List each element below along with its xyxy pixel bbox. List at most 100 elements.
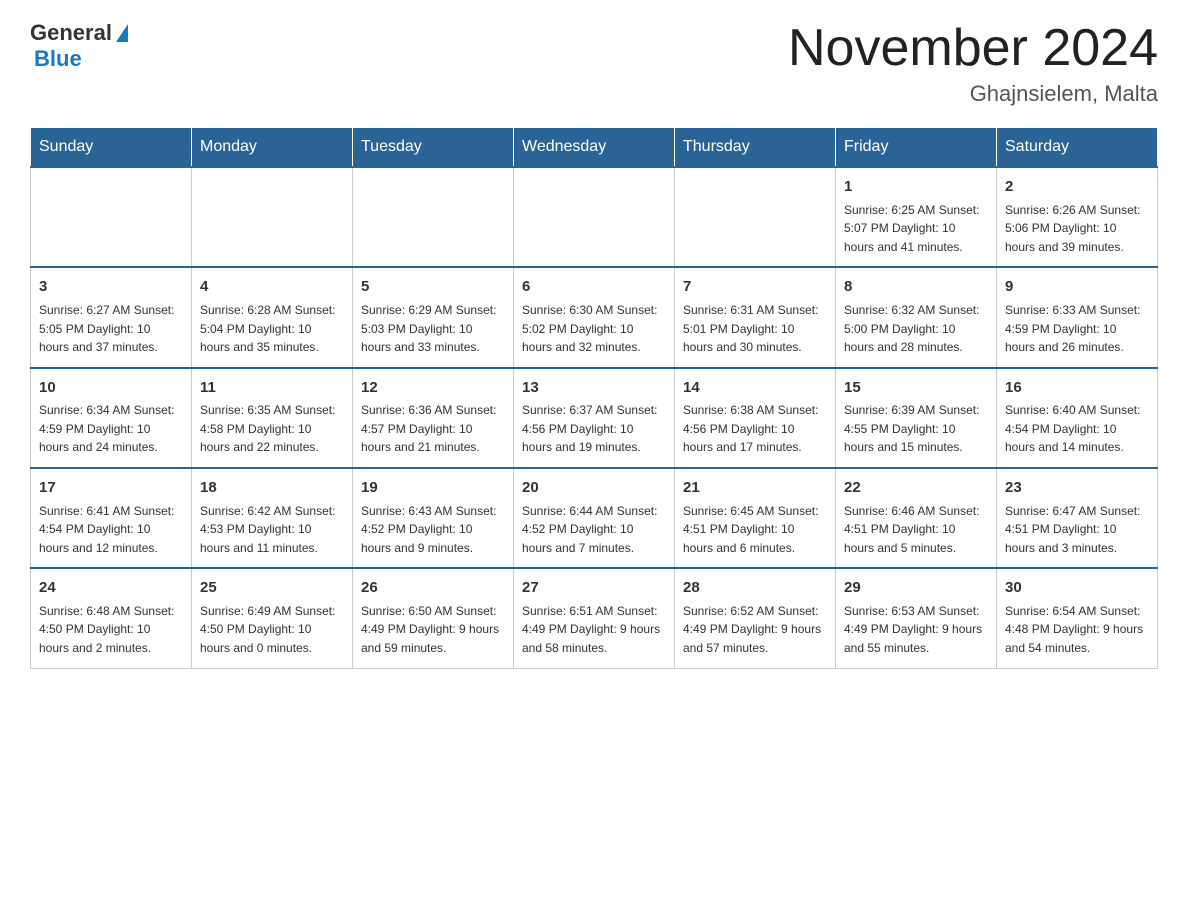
calendar-cell: 28Sunrise: 6:52 AM Sunset: 4:49 PM Dayli… xyxy=(675,568,836,668)
calendar-cell: 4Sunrise: 6:28 AM Sunset: 5:04 PM Daylig… xyxy=(192,267,353,367)
weekday-header-tuesday: Tuesday xyxy=(353,128,514,168)
calendar-cell: 11Sunrise: 6:35 AM Sunset: 4:58 PM Dayli… xyxy=(192,368,353,468)
day-info: Sunrise: 6:36 AM Sunset: 4:57 PM Dayligh… xyxy=(361,401,505,457)
calendar-week-5: 24Sunrise: 6:48 AM Sunset: 4:50 PM Dayli… xyxy=(31,568,1158,668)
day-info: Sunrise: 6:45 AM Sunset: 4:51 PM Dayligh… xyxy=(683,502,827,558)
day-number: 21 xyxy=(683,477,827,500)
day-number: 2 xyxy=(1005,176,1149,199)
day-info: Sunrise: 6:30 AM Sunset: 5:02 PM Dayligh… xyxy=(522,301,666,357)
weekday-header-friday: Friday xyxy=(836,128,997,168)
calendar-cell: 24Sunrise: 6:48 AM Sunset: 4:50 PM Dayli… xyxy=(31,568,192,668)
calendar-cell xyxy=(192,167,353,267)
day-info: Sunrise: 6:47 AM Sunset: 4:51 PM Dayligh… xyxy=(1005,502,1149,558)
calendar-cell: 6Sunrise: 6:30 AM Sunset: 5:02 PM Daylig… xyxy=(514,267,675,367)
weekday-header-monday: Monday xyxy=(192,128,353,168)
day-number: 7 xyxy=(683,276,827,299)
day-number: 18 xyxy=(200,477,344,500)
calendar-cell: 5Sunrise: 6:29 AM Sunset: 5:03 PM Daylig… xyxy=(353,267,514,367)
day-info: Sunrise: 6:46 AM Sunset: 4:51 PM Dayligh… xyxy=(844,502,988,558)
day-number: 11 xyxy=(200,377,344,400)
calendar-cell: 3Sunrise: 6:27 AM Sunset: 5:05 PM Daylig… xyxy=(31,267,192,367)
day-number: 5 xyxy=(361,276,505,299)
calendar-cell xyxy=(353,167,514,267)
calendar-cell xyxy=(31,167,192,267)
day-info: Sunrise: 6:48 AM Sunset: 4:50 PM Dayligh… xyxy=(39,602,183,658)
day-info: Sunrise: 6:34 AM Sunset: 4:59 PM Dayligh… xyxy=(39,401,183,457)
day-number: 27 xyxy=(522,577,666,600)
calendar-cell: 16Sunrise: 6:40 AM Sunset: 4:54 PM Dayli… xyxy=(997,368,1158,468)
day-number: 25 xyxy=(200,577,344,600)
logo: General Blue xyxy=(30,20,128,72)
day-number: 4 xyxy=(200,276,344,299)
calendar-cell: 12Sunrise: 6:36 AM Sunset: 4:57 PM Dayli… xyxy=(353,368,514,468)
day-number: 23 xyxy=(1005,477,1149,500)
day-number: 24 xyxy=(39,577,183,600)
day-number: 9 xyxy=(1005,276,1149,299)
day-info: Sunrise: 6:50 AM Sunset: 4:49 PM Dayligh… xyxy=(361,602,505,658)
calendar-week-2: 3Sunrise: 6:27 AM Sunset: 5:05 PM Daylig… xyxy=(31,267,1158,367)
day-number: 28 xyxy=(683,577,827,600)
calendar-cell: 9Sunrise: 6:33 AM Sunset: 4:59 PM Daylig… xyxy=(997,267,1158,367)
day-info: Sunrise: 6:51 AM Sunset: 4:49 PM Dayligh… xyxy=(522,602,666,658)
calendar-cell xyxy=(675,167,836,267)
calendar-header-row: SundayMondayTuesdayWednesdayThursdayFrid… xyxy=(31,128,1158,168)
day-info: Sunrise: 6:41 AM Sunset: 4:54 PM Dayligh… xyxy=(39,502,183,558)
weekday-header-saturday: Saturday xyxy=(997,128,1158,168)
calendar-cell: 21Sunrise: 6:45 AM Sunset: 4:51 PM Dayli… xyxy=(675,468,836,568)
weekday-header-thursday: Thursday xyxy=(675,128,836,168)
day-info: Sunrise: 6:38 AM Sunset: 4:56 PM Dayligh… xyxy=(683,401,827,457)
page-header: General Blue November 2024 Ghajnsielem, … xyxy=(30,20,1158,107)
calendar-cell: 1Sunrise: 6:25 AM Sunset: 5:07 PM Daylig… xyxy=(836,167,997,267)
day-number: 1 xyxy=(844,176,988,199)
calendar-cell: 10Sunrise: 6:34 AM Sunset: 4:59 PM Dayli… xyxy=(31,368,192,468)
day-number: 20 xyxy=(522,477,666,500)
day-info: Sunrise: 6:39 AM Sunset: 4:55 PM Dayligh… xyxy=(844,401,988,457)
day-info: Sunrise: 6:26 AM Sunset: 5:06 PM Dayligh… xyxy=(1005,201,1149,257)
day-number: 8 xyxy=(844,276,988,299)
weekday-header-sunday: Sunday xyxy=(31,128,192,168)
calendar-cell: 27Sunrise: 6:51 AM Sunset: 4:49 PM Dayli… xyxy=(514,568,675,668)
calendar-cell: 20Sunrise: 6:44 AM Sunset: 4:52 PM Dayli… xyxy=(514,468,675,568)
calendar-cell: 15Sunrise: 6:39 AM Sunset: 4:55 PM Dayli… xyxy=(836,368,997,468)
day-info: Sunrise: 6:53 AM Sunset: 4:49 PM Dayligh… xyxy=(844,602,988,658)
calendar-week-4: 17Sunrise: 6:41 AM Sunset: 4:54 PM Dayli… xyxy=(31,468,1158,568)
day-number: 26 xyxy=(361,577,505,600)
day-number: 13 xyxy=(522,377,666,400)
day-info: Sunrise: 6:31 AM Sunset: 5:01 PM Dayligh… xyxy=(683,301,827,357)
day-number: 3 xyxy=(39,276,183,299)
calendar-cell: 30Sunrise: 6:54 AM Sunset: 4:48 PM Dayli… xyxy=(997,568,1158,668)
day-number: 22 xyxy=(844,477,988,500)
calendar-cell: 22Sunrise: 6:46 AM Sunset: 4:51 PM Dayli… xyxy=(836,468,997,568)
calendar-cell: 17Sunrise: 6:41 AM Sunset: 4:54 PM Dayli… xyxy=(31,468,192,568)
day-info: Sunrise: 6:43 AM Sunset: 4:52 PM Dayligh… xyxy=(361,502,505,558)
calendar-table: SundayMondayTuesdayWednesdayThursdayFrid… xyxy=(30,127,1158,668)
day-number: 16 xyxy=(1005,377,1149,400)
day-info: Sunrise: 6:27 AM Sunset: 5:05 PM Dayligh… xyxy=(39,301,183,357)
title-block: November 2024 Ghajnsielem, Malta xyxy=(788,20,1158,107)
day-info: Sunrise: 6:37 AM Sunset: 4:56 PM Dayligh… xyxy=(522,401,666,457)
day-number: 14 xyxy=(683,377,827,400)
day-info: Sunrise: 6:29 AM Sunset: 5:03 PM Dayligh… xyxy=(361,301,505,357)
day-number: 29 xyxy=(844,577,988,600)
calendar-cell xyxy=(514,167,675,267)
day-info: Sunrise: 6:35 AM Sunset: 4:58 PM Dayligh… xyxy=(200,401,344,457)
day-number: 17 xyxy=(39,477,183,500)
calendar-cell: 26Sunrise: 6:50 AM Sunset: 4:49 PM Dayli… xyxy=(353,568,514,668)
day-number: 15 xyxy=(844,377,988,400)
calendar-cell: 25Sunrise: 6:49 AM Sunset: 4:50 PM Dayli… xyxy=(192,568,353,668)
day-info: Sunrise: 6:40 AM Sunset: 4:54 PM Dayligh… xyxy=(1005,401,1149,457)
calendar-week-1: 1Sunrise: 6:25 AM Sunset: 5:07 PM Daylig… xyxy=(31,167,1158,267)
month-title: November 2024 xyxy=(788,20,1158,77)
logo-general-text: General xyxy=(30,20,112,46)
calendar-cell: 7Sunrise: 6:31 AM Sunset: 5:01 PM Daylig… xyxy=(675,267,836,367)
calendar-cell: 13Sunrise: 6:37 AM Sunset: 4:56 PM Dayli… xyxy=(514,368,675,468)
day-number: 30 xyxy=(1005,577,1149,600)
day-info: Sunrise: 6:52 AM Sunset: 4:49 PM Dayligh… xyxy=(683,602,827,658)
calendar-cell: 23Sunrise: 6:47 AM Sunset: 4:51 PM Dayli… xyxy=(997,468,1158,568)
day-info: Sunrise: 6:42 AM Sunset: 4:53 PM Dayligh… xyxy=(200,502,344,558)
calendar-cell: 8Sunrise: 6:32 AM Sunset: 5:00 PM Daylig… xyxy=(836,267,997,367)
calendar-week-3: 10Sunrise: 6:34 AM Sunset: 4:59 PM Dayli… xyxy=(31,368,1158,468)
day-info: Sunrise: 6:28 AM Sunset: 5:04 PM Dayligh… xyxy=(200,301,344,357)
day-info: Sunrise: 6:54 AM Sunset: 4:48 PM Dayligh… xyxy=(1005,602,1149,658)
calendar-cell: 19Sunrise: 6:43 AM Sunset: 4:52 PM Dayli… xyxy=(353,468,514,568)
